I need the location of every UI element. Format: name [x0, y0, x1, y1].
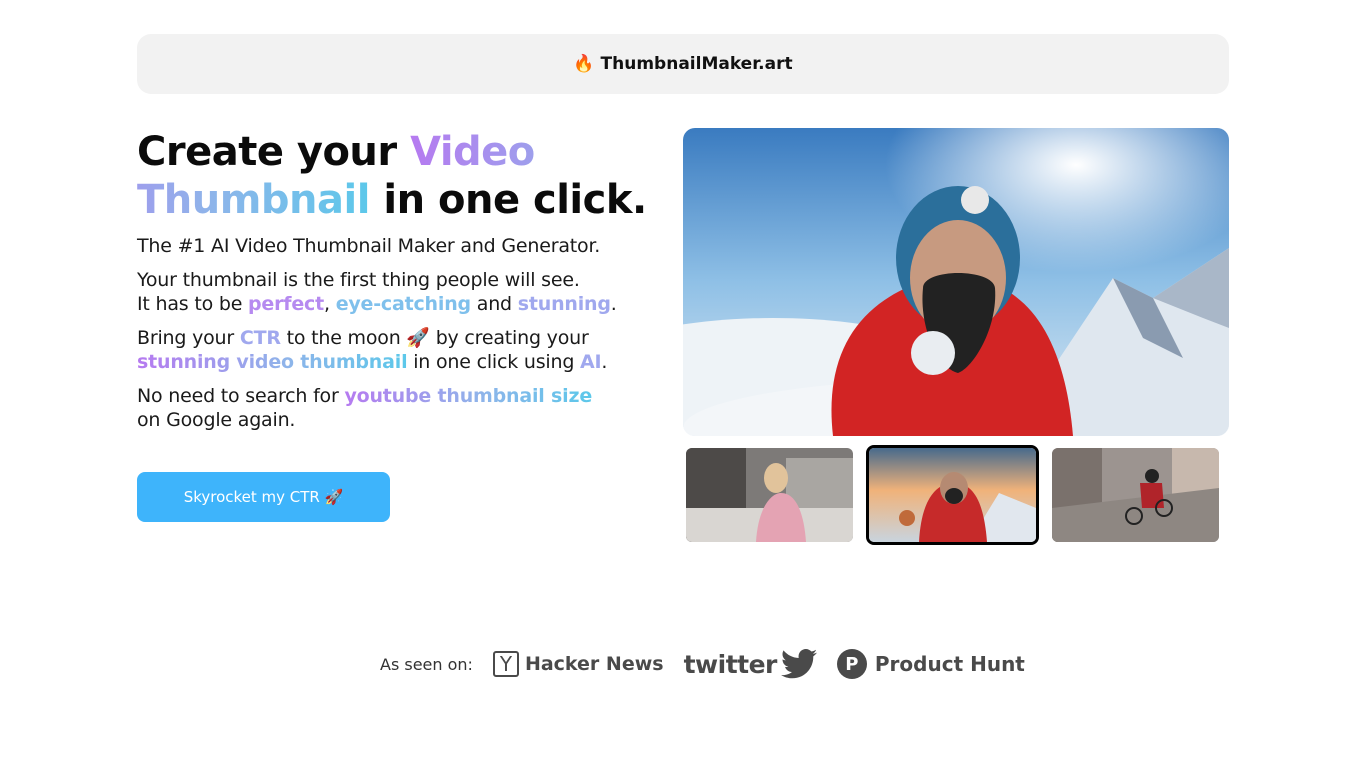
- headline-part2: in one click.: [369, 177, 647, 223]
- mountaineer-selfie-image: [683, 128, 1229, 436]
- product-hunt-text: Product Hunt: [874, 652, 1025, 676]
- twitter-logo[interactable]: twitter: [684, 649, 817, 679]
- paragraph-ctr: Bring your CTR to the moon 🚀 by creating…: [137, 326, 607, 374]
- highlight-youtube-thumbnail-size: youtube thumbnail size: [344, 385, 593, 407]
- p3-mid: to the moon 🚀 by creating your: [280, 327, 589, 349]
- tagline: The #1 AI Video Thumbnail Maker and Gene…: [137, 235, 601, 257]
- hacker-news-logo[interactable]: Y Hacker News: [492, 651, 664, 677]
- p3-end: .: [601, 351, 608, 373]
- product-hunt-logo[interactable]: P Product Hunt: [836, 649, 1025, 679]
- highlight-perfect: perfect: [248, 293, 324, 315]
- p2-and: and: [470, 293, 518, 315]
- main-preview-image: [683, 128, 1229, 436]
- skyrocket-ctr-button[interactable]: Skyrocket my CTR 🚀: [137, 472, 390, 522]
- p3-pre: Bring your: [137, 327, 240, 349]
- p2-comma: ,: [324, 293, 336, 315]
- hacker-news-y-icon: Y: [492, 651, 519, 677]
- header-bar[interactable]: 🔥 ThumbnailMaker.art: [137, 34, 1229, 94]
- hacker-news-text: Hacker News: [524, 653, 664, 675]
- product-hunt-p-icon: P: [836, 649, 867, 679]
- brand-name[interactable]: ThumbnailMaker.art: [601, 54, 793, 74]
- thumbnail-mountaineer-summit[interactable]: [866, 445, 1039, 545]
- highlight-stunning-video-thumbnail: stunning video thumbnail: [137, 351, 408, 373]
- mountain-bike-image: [1052, 448, 1219, 542]
- p2-line1: Your thumbnail is the first thing people…: [137, 269, 580, 291]
- p2-end: .: [610, 293, 617, 315]
- headline-part1: Create your: [137, 129, 411, 175]
- p2-line2-pre: It has to be: [137, 293, 249, 315]
- p4-end: on Google again.: [137, 409, 296, 431]
- highlight-ctr: CTR: [239, 327, 281, 349]
- p4-pre: No need to search for: [137, 385, 345, 407]
- page: 🔥 ThumbnailMaker.art Create your Video T…: [0, 0, 1366, 768]
- headline: Create your Video Thumbnail in one click…: [137, 128, 657, 224]
- highlight-eye-catching: eye-catching: [335, 293, 471, 315]
- p3-mid2: in one click using: [407, 351, 581, 373]
- highlight-ai: AI: [580, 351, 602, 373]
- thumbnail-woman-drawing[interactable]: [686, 448, 853, 542]
- twitter-wordmark: twitter: [683, 649, 778, 679]
- thumbnail-mountain-bike[interactable]: [1052, 448, 1219, 542]
- fire-icon: 🔥: [573, 54, 595, 74]
- highlight-stunning: stunning: [517, 293, 611, 315]
- twitter-bird-icon: [780, 649, 817, 679]
- paragraph-youtube-size: No need to search for youtube thumbnail …: [137, 384, 607, 432]
- hero-text: Create your Video Thumbnail in one click…: [137, 128, 657, 431]
- mountaineer-summit-image: [869, 448, 1036, 542]
- woman-drawing-image: [686, 448, 853, 542]
- paragraph-first-thing: Your thumbnail is the first thing people…: [137, 268, 617, 316]
- as-seen-on-label: As seen on:: [380, 654, 473, 674]
- as-seen-on-bar: As seen on: Y Hacker News twitter P Prod…: [380, 646, 1025, 682]
